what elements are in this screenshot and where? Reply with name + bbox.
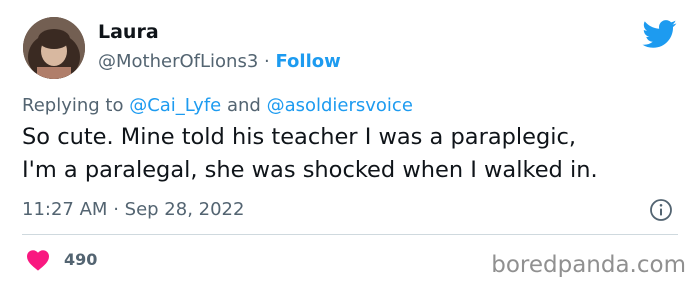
author-handle[interactable]: @MotherOfLions3 <box>98 51 258 72</box>
twitter-bird-icon[interactable] <box>641 19 677 49</box>
reply-context: Replying to @Cai_Lyfe and @asoldiersvoic… <box>22 94 413 118</box>
date-separator: · <box>113 199 119 220</box>
tweet-text: So cute. Mine told his teacher I was a p… <box>22 121 692 187</box>
timestamp[interactable]: 11:27 AM · Sep 28, 2022 <box>22 198 244 222</box>
heart-icon[interactable] <box>26 249 50 271</box>
follow-button[interactable]: Follow <box>275 51 340 72</box>
avatar[interactable] <box>23 17 85 79</box>
reply-conjunction: and <box>221 95 267 116</box>
mention-link-1[interactable]: @Cai_Lyfe <box>129 95 221 116</box>
tweet-date[interactable]: Sep 28, 2022 <box>125 199 245 220</box>
like-count[interactable]: 490 <box>64 249 97 271</box>
handle-row: @MotherOfLions3 · Follow <box>98 50 341 74</box>
tweet-card: Laura @MotherOfLions3 · Follow Replying … <box>0 0 700 288</box>
tweet-text-line: So cute. Mine told his teacher I was a p… <box>22 124 577 150</box>
handle-separator: · <box>264 51 270 72</box>
tweet-text-line: I'm a paralegal, she was shocked when I … <box>22 157 598 183</box>
author-name[interactable]: Laura <box>98 20 159 44</box>
tweet-time[interactable]: 11:27 AM <box>22 199 107 220</box>
divider <box>22 234 678 235</box>
mention-link-2[interactable]: @asoldiersvoice <box>267 95 413 116</box>
info-icon[interactable] <box>649 198 673 222</box>
reply-prefix: Replying to <box>22 95 130 116</box>
watermark: boredpanda.com <box>491 252 686 278</box>
